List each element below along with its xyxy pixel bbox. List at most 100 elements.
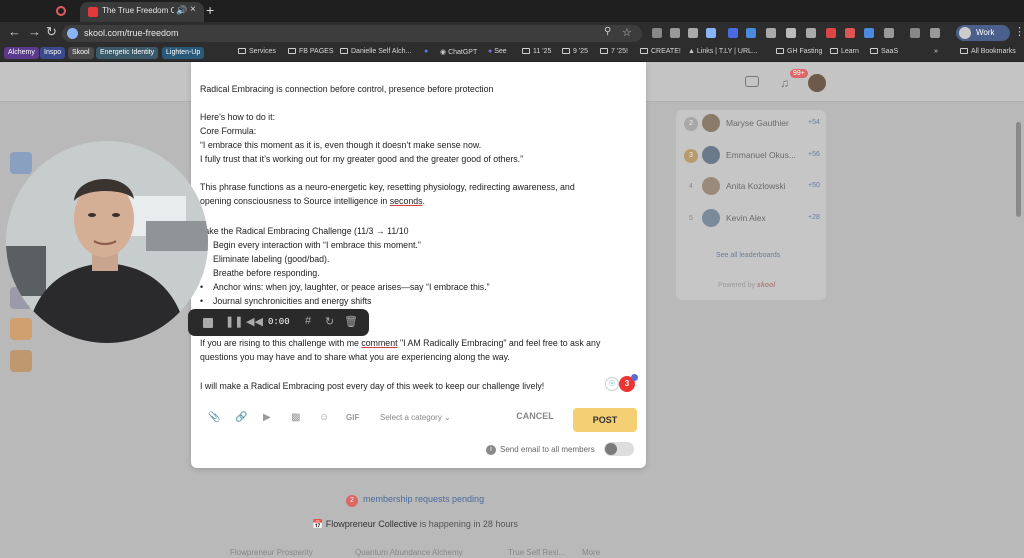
category-select[interactable]: Select a category ⌄ (380, 413, 451, 422)
recording-tab-icon[interactable] (56, 6, 66, 16)
powered-by[interactable]: Powered by skool (718, 282, 775, 289)
back-icon[interactable]: ← (8, 24, 21, 39)
bookmark-item[interactable]: Lighten-Up (162, 47, 205, 59)
upcoming-event[interactable]: 📅 Flowpreneur Collective is happening in… (312, 519, 518, 530)
bookmark-item[interactable]: ● (424, 48, 428, 55)
browser-menu-icon[interactable]: ⋮ (1014, 25, 1024, 38)
leaderboard-row[interactable]: 2 Maryse Gauthier +54 (676, 112, 826, 136)
membership-requests[interactable]: 2 membership requests pending (346, 494, 484, 507)
new-tab-button[interactable]: + (206, 2, 214, 18)
bookmark-folder[interactable]: GH Fasting (776, 48, 822, 55)
audio-icon[interactable]: 🔊 (176, 5, 187, 16)
restart-icon[interactable]: ↻ (325, 315, 334, 328)
grid-icon[interactable]: # (305, 315, 311, 327)
bookmark-item[interactable]: ● See (488, 48, 507, 55)
extension-icon[interactable] (826, 28, 836, 38)
bookmark-folder[interactable]: Services (238, 48, 276, 55)
webcam-bubble[interactable] (6, 141, 208, 343)
category-pill[interactable]: Flowpreneur Prosperity (230, 548, 313, 557)
extension-icon[interactable] (864, 28, 874, 38)
extension-icon[interactable] (766, 28, 776, 38)
grammar-lightbulb-icon[interactable]: ☉ (605, 377, 619, 391)
see-all-leaderboards-link[interactable]: See all leaderboards (716, 252, 780, 259)
reload-icon[interactable]: ↻ (46, 24, 57, 40)
emoji-icon[interactable]: ☺ (319, 412, 329, 423)
extension-icon[interactable] (670, 28, 680, 38)
bookmark-folder[interactable]: FB PAGES (288, 48, 334, 55)
leaderboard-row[interactable]: 4 Anita Kozlowski +50 (676, 175, 826, 199)
gif-button[interactable]: GIF (346, 413, 359, 422)
extension-icon[interactable] (746, 28, 756, 38)
extension-icon[interactable] (786, 28, 796, 38)
forward-icon[interactable]: → (28, 24, 41, 39)
tab-close-icon[interactable]: × (190, 4, 196, 15)
bookmark-folder[interactable]: 11 '25 (522, 48, 551, 55)
category-pill[interactable]: True Self Resi... (508, 548, 565, 557)
page-scrollbar[interactable] (1016, 122, 1021, 217)
poll-icon[interactable]: ▩ (291, 412, 300, 423)
bookmark-folder[interactable]: CREATE! (640, 48, 681, 55)
rewind-icon[interactable]: ◀◀ (246, 315, 263, 328)
category-pill[interactable]: More (582, 548, 600, 557)
address-bar[interactable]: skool.com/true-freedom ⚲ ☆ (62, 25, 642, 42)
extensions-puzzle-icon[interactable] (884, 28, 894, 38)
bookmark-folder[interactable]: 7 '25! (600, 48, 628, 55)
leader-name[interactable]: Kevin Alex (726, 213, 766, 223)
attachment-icon[interactable]: 📎 (208, 412, 220, 423)
active-tab[interactable]: The True Freedom Collective 🔊 × (80, 2, 204, 22)
leader-name[interactable]: Maryse Gauthier (726, 118, 789, 128)
avatar[interactable] (702, 177, 720, 195)
user-avatar[interactable] (808, 74, 826, 92)
bookmark-star-icon[interactable]: ☆ (622, 26, 632, 39)
address-url[interactable]: skool.com/true-freedom (84, 28, 179, 38)
sidebar-shortcut-icon[interactable] (10, 350, 32, 372)
post-body-editor[interactable]: Radical Embracing is connection before c… (200, 62, 640, 402)
video-icon[interactable]: ▶ (263, 412, 271, 423)
bookmark-item[interactable]: Skool (68, 47, 94, 59)
bookmark-folder[interactable]: SaaS (870, 48, 898, 55)
leaderboard-row[interactable]: 3 Emmanuel Okus... +56 (676, 144, 826, 168)
send-email-toggle[interactable] (604, 442, 634, 456)
bookmark-item[interactable]: ▲ Links | T.LY | URL... (688, 48, 758, 55)
chat-icon[interactable] (745, 76, 759, 87)
bookmark-folder[interactable]: Learn (830, 48, 859, 55)
extension-icon[interactable] (806, 28, 816, 38)
leader-name[interactable]: Emmanuel Okus... (726, 150, 796, 160)
pause-icon[interactable]: ❚❚ (225, 315, 243, 328)
leader-points: +28 (808, 214, 820, 221)
bell-icon[interactable]: ♫ (780, 76, 789, 90)
bookmark-folder[interactable]: 9 '25 (562, 48, 588, 55)
extension-icon[interactable] (728, 28, 738, 38)
stop-recording-button[interactable] (203, 318, 213, 328)
all-bookmarks[interactable]: All Bookmarks (960, 48, 1016, 55)
avatar[interactable] (702, 146, 720, 164)
site-info-icon[interactable] (67, 28, 78, 39)
extension-icon[interactable] (845, 28, 855, 38)
sidebar-shortcut-icon[interactable] (10, 152, 32, 174)
extension-icon[interactable] (706, 28, 716, 38)
category-pill[interactable]: Quantum Abundance Alchemy (355, 548, 463, 557)
zoom-icon[interactable]: ⚲ (604, 26, 611, 37)
cancel-button[interactable]: CANCEL (509, 406, 561, 426)
avatar[interactable] (702, 114, 720, 132)
post-button[interactable]: POST (573, 408, 637, 432)
sidebar-shortcut-icon[interactable] (10, 318, 32, 340)
extension-icon[interactable] (652, 28, 662, 38)
bookmark-item[interactable]: ◉ ChatGPT (440, 48, 477, 56)
extension-icon[interactable] (688, 28, 698, 38)
bookmark-item[interactable]: Energetic Identity (96, 47, 159, 59)
leader-name[interactable]: Anita Kozlowski (726, 181, 786, 191)
bookmark-item[interactable]: Alchemy (4, 47, 39, 59)
bookmark-folder[interactable]: Danielle Self Alch... (340, 48, 411, 55)
avatar[interactable] (702, 209, 720, 227)
spelling-flagged-word[interactable]: seconds (390, 196, 423, 206)
download-icon[interactable] (930, 28, 940, 38)
leaderboard-row[interactable]: 5 Kevin Alex +28 (676, 207, 826, 231)
trash-icon[interactable]: 🗑 (344, 315, 358, 328)
cast-icon[interactable] (910, 28, 920, 38)
bookmark-item[interactable]: Inspo (40, 47, 66, 59)
spelling-flagged-word[interactable]: comment (361, 338, 397, 348)
link-icon[interactable]: 🔗 (235, 412, 247, 423)
profile-button[interactable]: Work (956, 25, 1010, 41)
bookmarks-overflow-icon[interactable]: » (934, 48, 938, 55)
